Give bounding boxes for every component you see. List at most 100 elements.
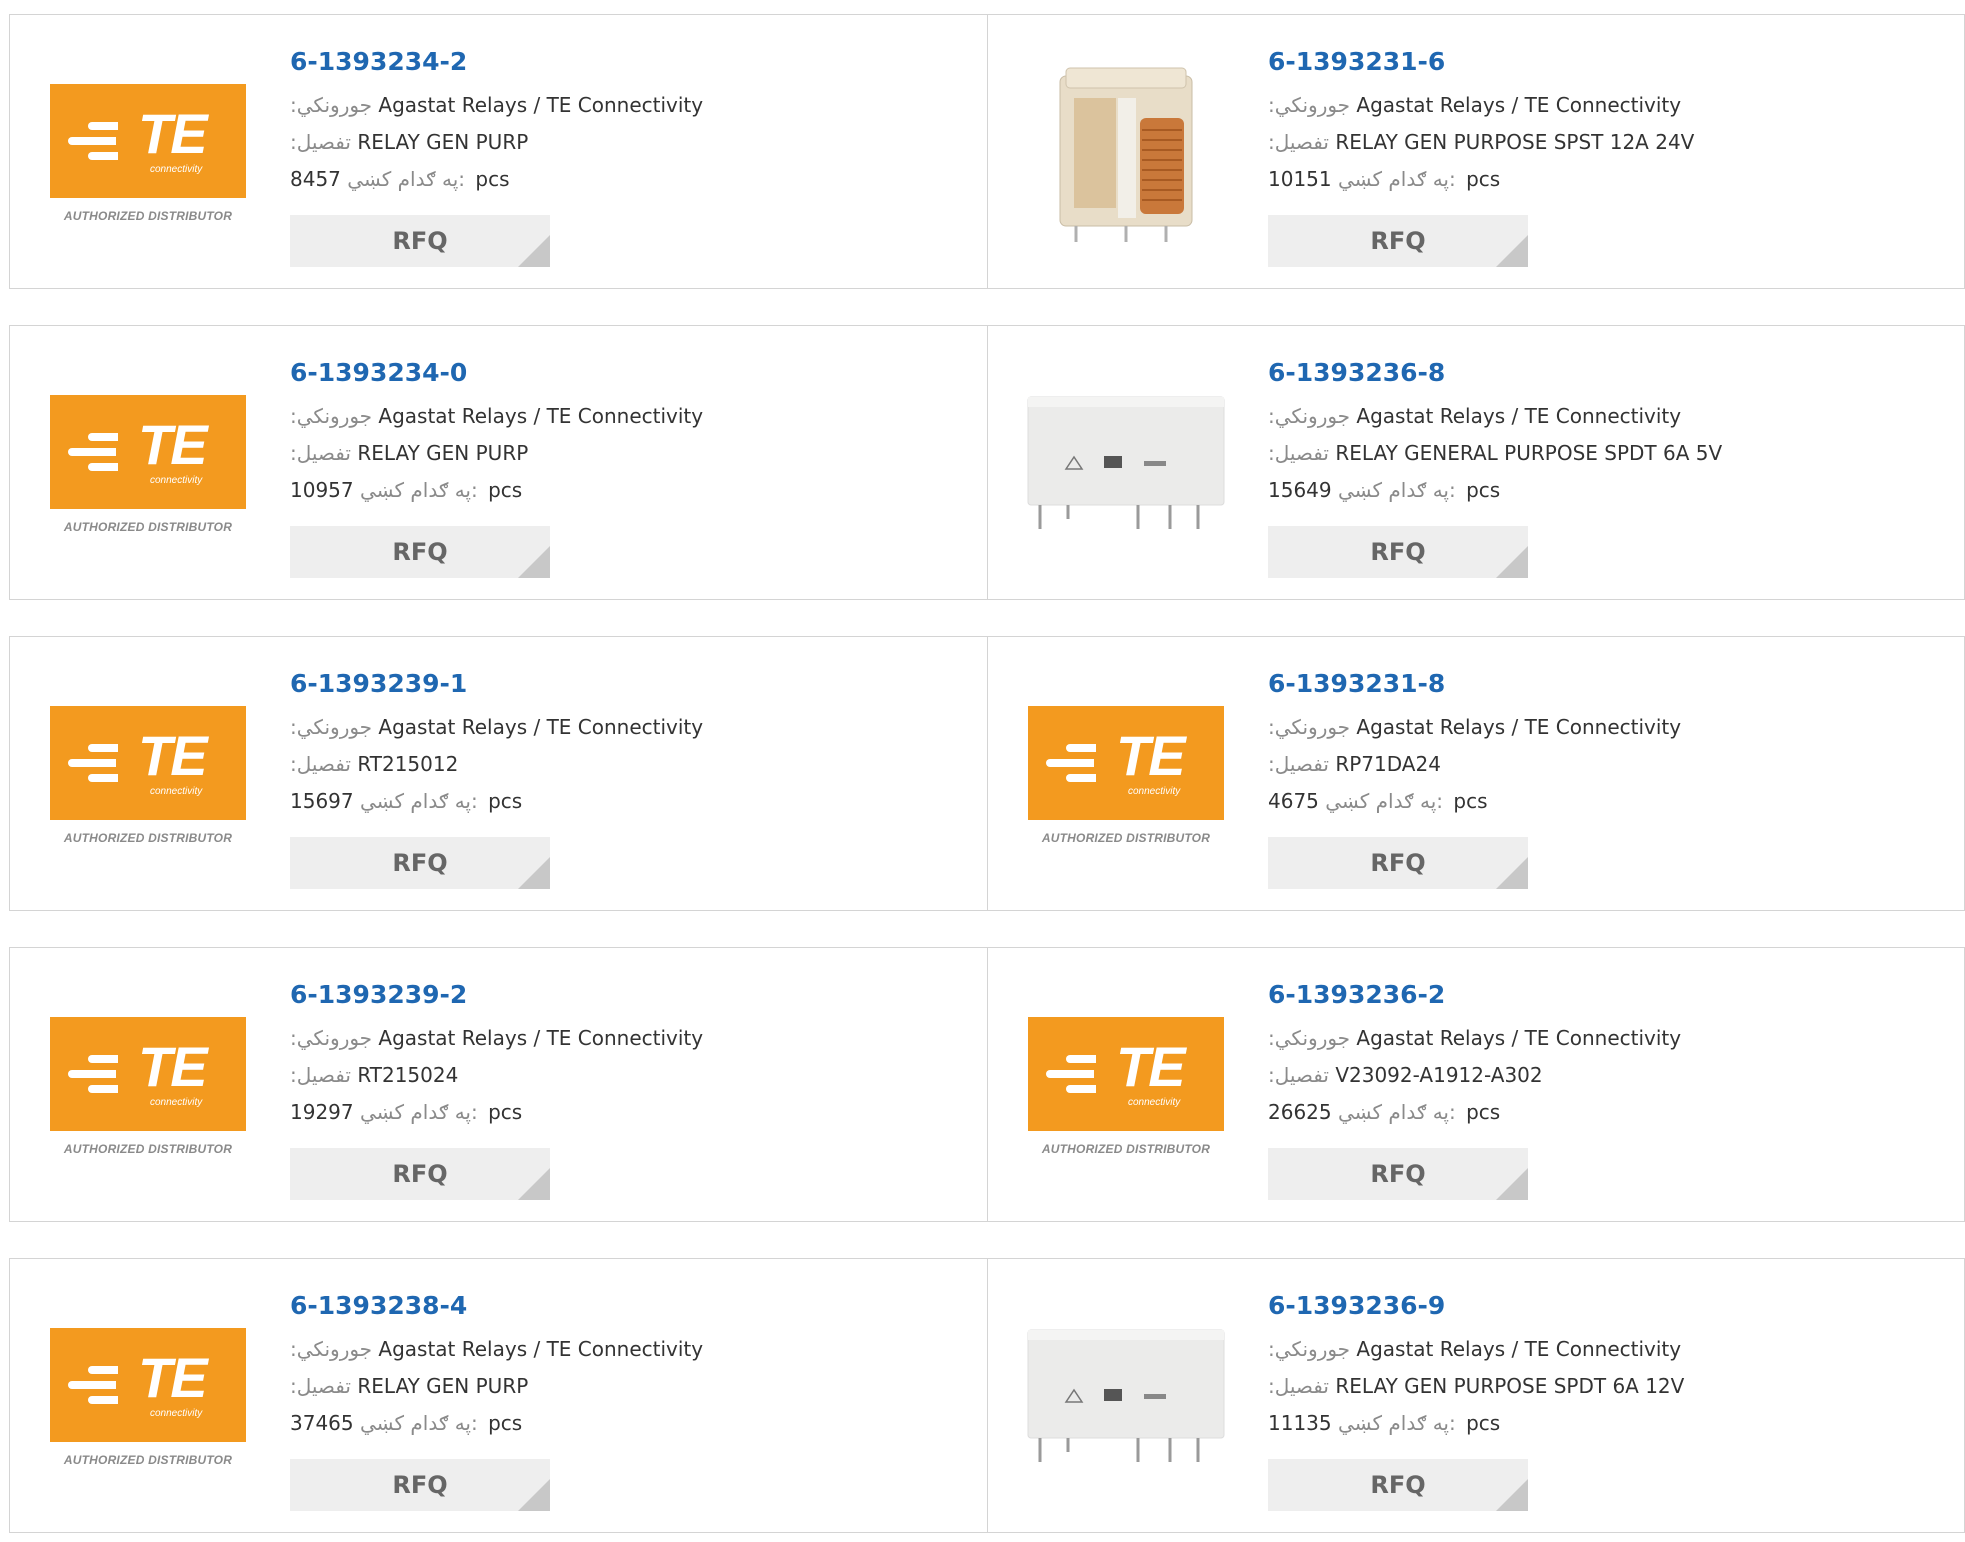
detail-value: RELAY GEN PURP: [357, 130, 529, 154]
detail-line: :تفصيل V23092-A1912-A302: [1268, 1057, 1948, 1094]
manufacturer-label: :جورونکي: [1268, 1026, 1351, 1050]
rfq-button[interactable]: RFQ: [1268, 1148, 1528, 1200]
manufacturer-line: :جورونکي Agastat Relays / TE Connectivit…: [290, 1020, 970, 1057]
stock-value: 37465: [290, 1411, 354, 1435]
manufacturer-value: Agastat Relays / TE Connectivity: [1356, 1026, 1682, 1050]
product-card: 6-1393236-9 :جورونکي Agastat Relays / TE…: [987, 1259, 1964, 1532]
stock-line: 37465 په ګدام کښي: pcs: [290, 1405, 970, 1442]
te-logo-subtitle: connectivity: [150, 1096, 203, 1108]
rfq-button[interactable]: RFQ: [290, 526, 550, 578]
te-bars-icon: [68, 121, 118, 167]
product-card: TE connectivity AUTHORIZED DISTRIBUTOR 6…: [987, 948, 1964, 1221]
rfq-button[interactable]: RFQ: [290, 1148, 550, 1200]
manufacturer-line: :جورونکي Agastat Relays / TE Connectivit…: [290, 87, 970, 124]
stock-line: 4675 په ګدام کښي: pcs: [1268, 783, 1948, 820]
relay-photo: [1027, 396, 1225, 529]
product-image[interactable]: TE connectivity AUTHORIZED DISTRIBUTOR: [48, 1297, 248, 1497]
part-number-link[interactable]: 6-1393236-9: [1268, 1286, 1948, 1331]
product-image[interactable]: TE connectivity AUTHORIZED DISTRIBUTOR: [48, 364, 248, 564]
manufacturer-label: :جورونکي: [1268, 1337, 1351, 1361]
rfq-button[interactable]: RFQ: [290, 837, 550, 889]
manufacturer-line: :جورونکي Agastat Relays / TE Connectivit…: [1268, 398, 1948, 435]
product-card: TE connectivity AUTHORIZED DISTRIBUTOR 6…: [10, 326, 987, 599]
product-row: TE connectivity AUTHORIZED DISTRIBUTOR 6…: [9, 14, 1965, 289]
detail-value: V23092-A1912-A302: [1335, 1063, 1543, 1087]
product-row: TE connectivity AUTHORIZED DISTRIBUTOR 6…: [9, 1258, 1965, 1533]
product-image[interactable]: TE connectivity AUTHORIZED DISTRIBUTOR: [1026, 986, 1226, 1186]
rfq-button-label: RFQ: [392, 1471, 448, 1499]
manufacturer-label: :جورونکي: [1268, 93, 1351, 117]
manufacturer-line: :جورونکي Agastat Relays / TE Connectivit…: [1268, 1020, 1948, 1057]
product-image[interactable]: TE connectivity AUTHORIZED DISTRIBUTOR: [48, 53, 248, 253]
manufacturer-label: :جورونکي: [290, 1026, 373, 1050]
rfq-button[interactable]: RFQ: [1268, 215, 1528, 267]
te-connectivity-logo: TE connectivity AUTHORIZED DISTRIBUTOR: [49, 705, 247, 845]
rfq-button-label: RFQ: [1370, 538, 1426, 566]
rfq-button-label: RFQ: [1370, 227, 1426, 255]
te-logo-letters: TE: [1116, 1034, 1186, 1098]
te-logo-subtitle: connectivity: [1128, 785, 1181, 797]
stock-label: په ګدام کښي:: [347, 167, 466, 191]
rfq-button[interactable]: RFQ: [1268, 837, 1528, 889]
stock-line: 26625 په ګدام کښي: pcs: [1268, 1094, 1948, 1131]
detail-label: :تفصيل: [290, 752, 351, 776]
stock-label: په ګدام کښي:: [1337, 1411, 1456, 1435]
rfq-button-label: RFQ: [392, 227, 448, 255]
te-bars-icon: [68, 432, 118, 478]
te-bars-icon: [1046, 743, 1096, 789]
stock-line: 15697 په ګدام کښي: pcs: [290, 783, 970, 820]
rfq-button[interactable]: RFQ: [1268, 526, 1528, 578]
manufacturer-label: :جورونکي: [290, 715, 373, 739]
detail-value: RELAY GEN PURPOSE SPDT 6A 12V: [1335, 1374, 1685, 1398]
stock-line: 15649 په ګدام کښي: pcs: [1268, 472, 1948, 509]
part-number-link[interactable]: 6-1393239-2: [290, 975, 970, 1020]
te-bars-icon: [68, 1054, 118, 1100]
te-logo-subtitle: connectivity: [150, 474, 203, 486]
product-card: TE connectivity AUTHORIZED DISTRIBUTOR 6…: [10, 637, 987, 910]
rfq-button[interactable]: RFQ: [290, 1459, 550, 1511]
part-number-link[interactable]: 6-1393231-6: [1268, 42, 1948, 87]
part-number-link[interactable]: 6-1393231-8: [1268, 664, 1948, 709]
product-image[interactable]: [1026, 53, 1226, 253]
part-number-link[interactable]: 6-1393234-0: [290, 353, 970, 398]
stock-value: 8457: [290, 167, 341, 191]
product-image[interactable]: TE connectivity AUTHORIZED DISTRIBUTOR: [48, 675, 248, 875]
product-image[interactable]: [1026, 1297, 1226, 1497]
product-image[interactable]: [1026, 364, 1226, 564]
product-image[interactable]: TE connectivity AUTHORIZED DISTRIBUTOR: [48, 986, 248, 1186]
part-number-link[interactable]: 6-1393236-2: [1268, 975, 1948, 1020]
detail-line: :تفصيل RELAY GENERAL PURPOSE SPDT 6A 5V: [1268, 435, 1948, 472]
detail-line: :تفصيل RELAY GEN PURPOSE SPDT 6A 12V: [1268, 1368, 1948, 1405]
detail-label: :تفصيل: [1268, 130, 1329, 154]
te-logo-mark: TE connectivity: [50, 394, 246, 509]
detail-line: :تفصيل RELAY GEN PURP: [290, 435, 970, 472]
manufacturer-value: Agastat Relays / TE Connectivity: [1356, 715, 1682, 739]
te-connectivity-logo: TE connectivity AUTHORIZED DISTRIBUTOR: [1027, 1016, 1225, 1156]
product-row: TE connectivity AUTHORIZED DISTRIBUTOR 6…: [9, 636, 1965, 911]
te-logo-mark: TE connectivity: [50, 83, 246, 198]
detail-line: :تفصيل RT215024: [290, 1057, 970, 1094]
authorized-distributor-caption: AUTHORIZED DISTRIBUTOR: [1041, 830, 1211, 845]
manufacturer-line: :جورونکي Agastat Relays / TE Connectivit…: [1268, 87, 1948, 124]
stock-label: په ګدام کښي:: [359, 1411, 478, 1435]
te-logo-mark: TE connectivity: [1028, 705, 1224, 820]
rfq-button[interactable]: RFQ: [290, 215, 550, 267]
manufacturer-label: :جورونکي: [290, 93, 373, 117]
te-logo-subtitle: connectivity: [150, 785, 203, 797]
te-logo-mark: TE connectivity: [50, 1016, 246, 1131]
te-connectivity-logo: TE connectivity AUTHORIZED DISTRIBUTOR: [49, 83, 247, 223]
part-number-link[interactable]: 6-1393234-2: [290, 42, 970, 87]
detail-value: RELAY GEN PURPOSE SPST 12A 24V: [1335, 130, 1695, 154]
stock-value: 26625: [1268, 1100, 1332, 1124]
rfq-button[interactable]: RFQ: [1268, 1459, 1528, 1511]
product-image[interactable]: TE connectivity AUTHORIZED DISTRIBUTOR: [1026, 675, 1226, 875]
detail-label: :تفصيل: [290, 1063, 351, 1087]
manufacturer-value: Agastat Relays / TE Connectivity: [1356, 1337, 1682, 1361]
part-number-link[interactable]: 6-1393238-4: [290, 1286, 970, 1331]
detail-line: :تفصيل RELAY GEN PURPOSE SPST 12A 24V: [1268, 124, 1948, 161]
part-number-link[interactable]: 6-1393236-8: [1268, 353, 1948, 398]
te-logo-subtitle: connectivity: [150, 1407, 203, 1419]
detail-line: :تفصيل RELAY GEN PURP: [290, 1368, 970, 1405]
part-number-link[interactable]: 6-1393239-1: [290, 664, 970, 709]
product-grid: TE connectivity AUTHORIZED DISTRIBUTOR 6…: [9, 14, 1965, 1542]
